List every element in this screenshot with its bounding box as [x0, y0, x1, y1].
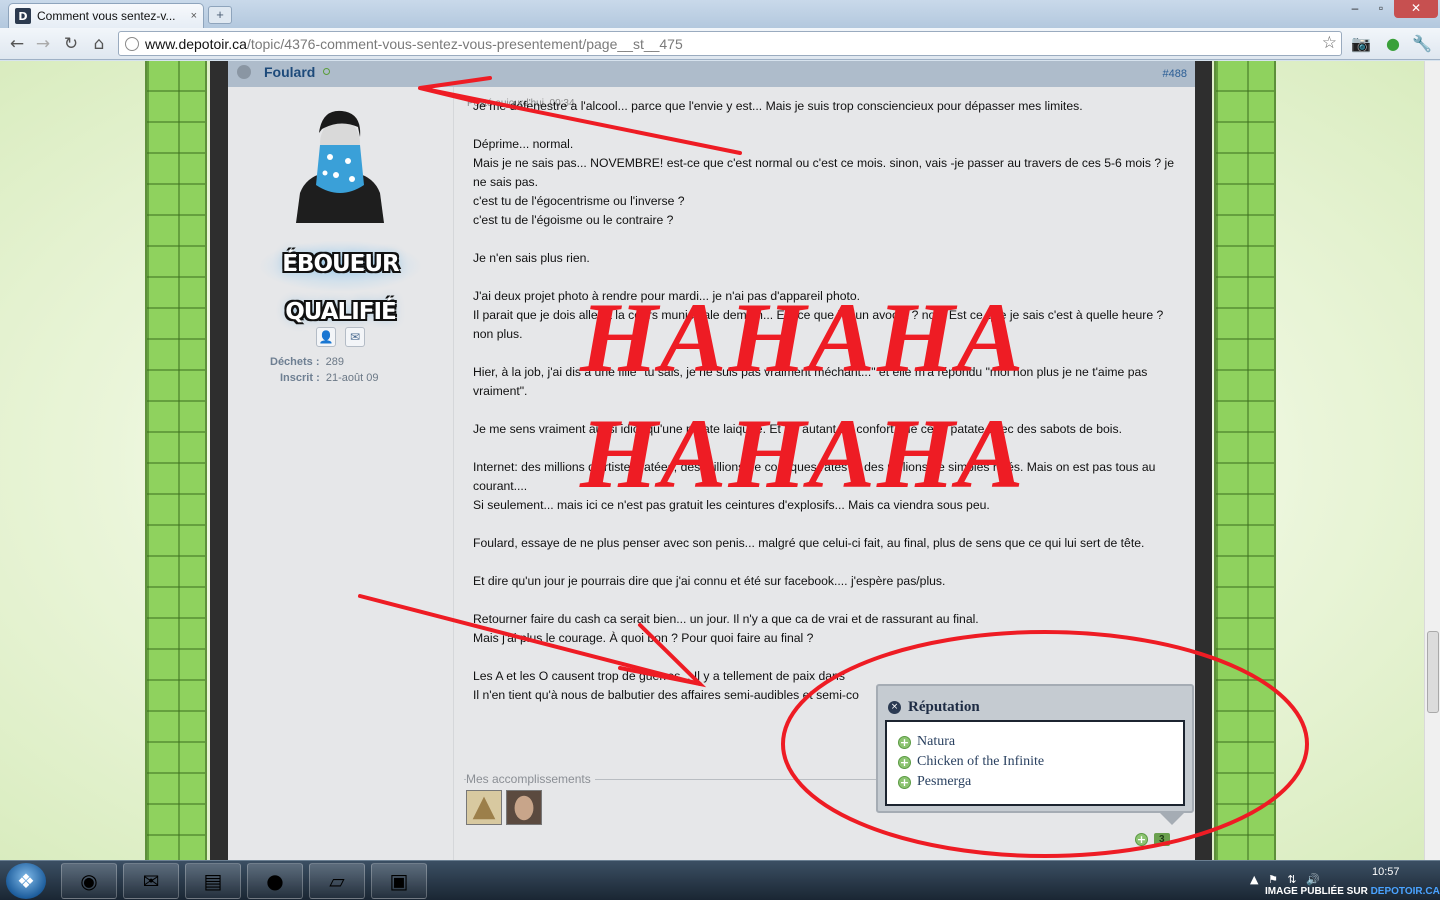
reputation-user-link[interactable]: Pesmerga — [917, 774, 971, 790]
reputation-user: + Chicken of the Infinite — [898, 752, 1173, 772]
scrollbar-thumb[interactable] — [1427, 631, 1439, 713]
tab-title: Comment vous sentez-v... — [37, 9, 176, 23]
reputation-list: + Natura + Chicken of the Infinite + Pes… — [885, 720, 1185, 806]
post-number-link[interactable]: #488 — [1163, 68, 1187, 80]
app-icon[interactable]: ● — [247, 863, 303, 899]
post-paragraph: Retourner faire du cash ca serait bien..… — [473, 612, 979, 645]
author-sidebar: ÉBOUEUR QUALIFIÉ 👤 ✉ Déchets : 289 Inscr… — [228, 87, 454, 860]
stat-dechets-value: 289 — [325, 356, 345, 368]
post-paragraph: Je me défenestre a l'alcool... parce que… — [473, 99, 1083, 113]
address-bar[interactable]: www.depotoir.ca/topic/4376-comment-vous-… — [118, 31, 1342, 56]
folder-icon[interactable]: ▤ — [185, 863, 241, 899]
globe-icon — [125, 36, 139, 51]
send-message-icon[interactable]: ✉ — [345, 327, 365, 347]
new-tab-button[interactable]: + — [208, 6, 232, 24]
reputation-user-link[interactable]: Chicken of the Infinite — [917, 754, 1044, 770]
plus-icon: + — [898, 775, 911, 789]
watermark-prefix: IMAGE PUBLIÉE SUR — [1265, 886, 1368, 897]
site-favicon-icon: D — [15, 8, 31, 24]
accomplishments-label: Mes accomplissements — [466, 772, 595, 786]
url-path: /topic/4376-comment-vous-sentez-vous-pre… — [246, 35, 683, 52]
plus-icon: + — [898, 735, 911, 749]
archive-icon[interactable]: ▣ — [371, 863, 427, 899]
windows-taskbar: ❖ ◉ ✉ ▤ ● ▱ ▣ ▲ ⚑ ⇅ 🔊 10:57 — [0, 860, 1440, 900]
haha-overlay-1: HAHAHA — [580, 282, 1026, 393]
green-extension-icon[interactable]: ● — [1382, 33, 1404, 55]
reputation-count[interactable]: 3 — [1154, 833, 1170, 846]
camera-extension-icon[interactable]: 📷 — [1350, 33, 1372, 55]
reputation-header: × Réputation — [888, 699, 980, 716]
accomplishment-badge-2[interactable] — [506, 790, 542, 825]
reputation-popup: × Réputation + Natura + Chicken of the I… — [876, 684, 1194, 813]
accomplishment-badge-1[interactable] — [466, 790, 502, 825]
post-paragraph: Et dire qu'un jour je pourrais dire que … — [473, 574, 946, 588]
page-frame-right — [1194, 61, 1212, 860]
reputation-user-link[interactable]: Natura — [917, 734, 955, 750]
decorative-pillar-left — [145, 61, 207, 860]
mail-icon[interactable]: ✉ — [123, 863, 179, 899]
bookmark-star-icon[interactable]: ☆ — [1322, 33, 1337, 53]
stat-dechets: Déchets : 289 — [270, 356, 344, 368]
post-header: Foulard #488 — [228, 61, 1195, 87]
image-watermark: IMAGE PUBLIÉE SUR DEPOTOIR.CA — [1265, 886, 1440, 897]
plus-icon: + — [898, 755, 911, 769]
reload-button[interactable]: ↻ — [60, 33, 82, 55]
post-author-link[interactable]: Foulard — [264, 64, 315, 80]
vertical-scrollbar[interactable] — [1424, 61, 1440, 860]
notes-icon[interactable]: ▱ — [309, 863, 365, 899]
wrench-icon[interactable]: 🔧 — [1411, 33, 1433, 55]
watermark-site: DEPOTOIR.CA — [1370, 886, 1440, 897]
address-url[interactable]: www.depotoir.ca/topic/4376-comment-vous-… — [145, 36, 683, 52]
post-paragraph: Je n'en sais plus rien. — [473, 251, 590, 265]
close-reputation-icon[interactable]: × — [888, 701, 901, 714]
url-host: www.depotoir.ca — [145, 35, 247, 52]
stat-inscrit: Inscrit : 21-août 09 — [280, 372, 378, 384]
browser-tabstrip: D Comment vous sentez-v... × + – ▫ ✕ — [0, 0, 1440, 28]
reputation-counter: + 3 — [1135, 833, 1170, 846]
reputation-title: Réputation — [908, 699, 980, 715]
forward-button[interactable]: → — [32, 33, 54, 55]
maximize-button[interactable]: ▫ — [1368, 0, 1394, 18]
browser-tab[interactable]: D Comment vous sentez-v... × — [8, 3, 204, 28]
minimize-button[interactable]: – — [1342, 0, 1368, 18]
post-paragraph: Foulard, essaye de ne plus penser avec s… — [473, 536, 1145, 550]
rank-badge: ÉBOUEUR QUALIFIÉ — [258, 240, 423, 325]
reputation-user: + Pesmerga — [898, 772, 1173, 792]
stat-dechets-label: Déchets : — [270, 356, 320, 368]
home-button[interactable]: ⌂ — [88, 33, 110, 55]
reputation-user: + Natura — [898, 732, 1173, 752]
back-button[interactable]: ← — [6, 33, 28, 55]
post-paragraph: Déprime... normal. Mais je ne sais pas..… — [473, 137, 1174, 227]
online-status-icon — [323, 68, 330, 75]
browser-toolbar: ← → ↻ ⌂ www.depotoir.ca/topic/4376-comme… — [0, 28, 1440, 60]
clock[interactable]: 10:57 — [1372, 866, 1400, 878]
haha-overlay-2: HAHAHA — [580, 398, 1026, 509]
stat-inscrit-value: 21-août 09 — [325, 372, 379, 384]
reputation-popup-tail — [1158, 811, 1186, 825]
page-frame-left — [210, 61, 228, 860]
author-avatar[interactable] — [292, 105, 388, 223]
system-tray[interactable]: ▲ ⚑ ⇅ 🔊 — [1250, 873, 1323, 886]
view-profile-icon[interactable]: 👤 — [316, 327, 336, 347]
stat-inscrit-label: Inscrit : — [280, 372, 320, 384]
start-button[interactable]: ❖ — [6, 863, 46, 899]
close-window-button[interactable]: ✕ — [1394, 0, 1438, 18]
add-reputation-icon[interactable]: + — [1135, 833, 1148, 846]
chrome-icon[interactable]: ◉ — [61, 863, 117, 899]
decorative-pillar-right — [1214, 61, 1276, 860]
user-status-icon — [237, 65, 251, 79]
tab-close-icon[interactable]: × — [191, 10, 197, 22]
